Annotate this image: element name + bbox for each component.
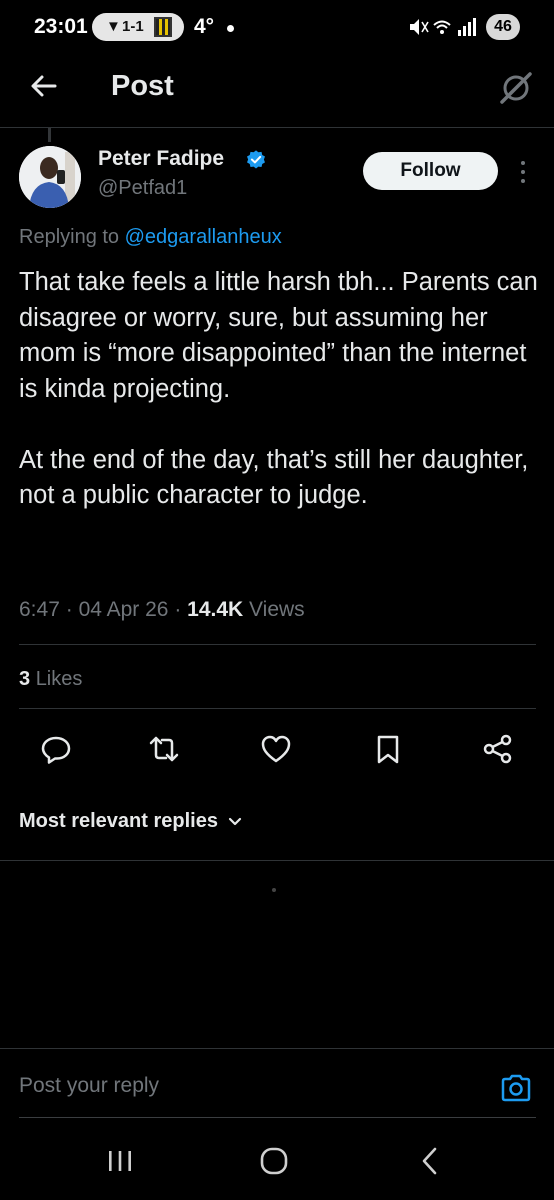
status-temperature: 4°	[194, 15, 215, 38]
like-icon	[261, 735, 291, 763]
loading-indicator	[272, 888, 276, 892]
post-date: 04 Apr 26	[78, 598, 169, 621]
replies-sort-label: Most relevant replies	[19, 810, 218, 832]
back-button[interactable]	[28, 70, 60, 102]
author-handle[interactable]: @Petfad1	[98, 177, 187, 200]
trophy-icon: ▼	[106, 18, 121, 35]
verified-badge-icon	[245, 149, 267, 171]
share-icon	[483, 734, 512, 764]
post-paragraph: At the end of the day, that’s still her …	[19, 445, 529, 510]
battery-indicator: 46	[486, 14, 520, 40]
like-button[interactable]	[260, 733, 292, 765]
reply-icon	[41, 736, 71, 764]
replying-to-label: Replying to	[19, 226, 120, 248]
repost-icon	[149, 736, 179, 762]
replying-to: Replying to @edgarallanheux	[19, 226, 282, 249]
likes-count: 3	[19, 668, 31, 690]
divider	[19, 644, 536, 645]
post-meta: 6:47 · 04 Apr 26 · 14.4K Views	[19, 598, 305, 622]
live-score-pill: ▼ 1-1	[92, 13, 184, 41]
views-count[interactable]: 14.4K	[187, 598, 243, 621]
signal-wifi-icon	[410, 18, 476, 36]
replying-to-handle[interactable]: @edgarallanheux	[125, 226, 282, 248]
views-label: Views	[249, 598, 305, 621]
grok-button[interactable]	[498, 70, 534, 106]
repost-button[interactable]	[148, 733, 180, 765]
bookmark-icon	[377, 735, 399, 764]
notification-dot-icon	[227, 25, 234, 32]
camera-button[interactable]	[500, 1073, 532, 1103]
reply-input[interactable]	[19, 1074, 479, 1098]
thread-connector	[48, 128, 51, 142]
replies-sort-dropdown[interactable]: Most relevant replies	[19, 810, 242, 833]
camera-icon	[501, 1074, 531, 1102]
match-score: 1-1	[122, 18, 144, 35]
avatar[interactable]	[19, 146, 81, 208]
page-title: Post	[111, 70, 174, 102]
more-vertical-icon	[521, 161, 525, 183]
recents-icon	[109, 1151, 131, 1171]
system-back-button[interactable]	[410, 1144, 450, 1178]
divider	[19, 708, 536, 709]
arrow-left-icon	[31, 75, 57, 97]
status-bar: 23:01 ▼ 1-1 4° 46	[0, 0, 554, 56]
reply-button[interactable]	[40, 733, 72, 765]
status-icons	[408, 16, 478, 43]
bookmark-button[interactable]	[372, 733, 404, 765]
status-time: 23:01	[34, 15, 88, 38]
meta-separator: ·	[174, 598, 182, 621]
divider	[0, 860, 554, 861]
likes-summary[interactable]: 3 Likes	[19, 668, 82, 691]
chevron-down-icon	[228, 817, 242, 825]
follow-button[interactable]: Follow	[363, 152, 498, 190]
team-crest-icon	[154, 17, 172, 37]
likes-label: Likes	[35, 668, 83, 690]
post-time: 6:47	[19, 598, 60, 621]
top-app-bar: Post	[0, 56, 554, 128]
more-options-button[interactable]	[514, 158, 532, 186]
recents-button[interactable]	[100, 1144, 140, 1178]
system-nav-bar	[0, 1118, 554, 1200]
meta-separator: ·	[65, 598, 73, 621]
grok-icon	[500, 72, 532, 104]
home-icon	[260, 1147, 288, 1175]
post-paragraph: That take feels a little harsh tbh... Pa…	[19, 268, 538, 403]
reply-composer	[0, 1048, 554, 1118]
post-text: That take feels a little harsh tbh... Pa…	[19, 265, 539, 549]
chevron-left-icon	[422, 1147, 437, 1175]
home-button[interactable]	[254, 1144, 294, 1178]
profile-photo-icon	[19, 146, 81, 208]
share-button[interactable]	[482, 733, 514, 765]
author-name[interactable]: Peter Fadipe	[98, 147, 224, 171]
